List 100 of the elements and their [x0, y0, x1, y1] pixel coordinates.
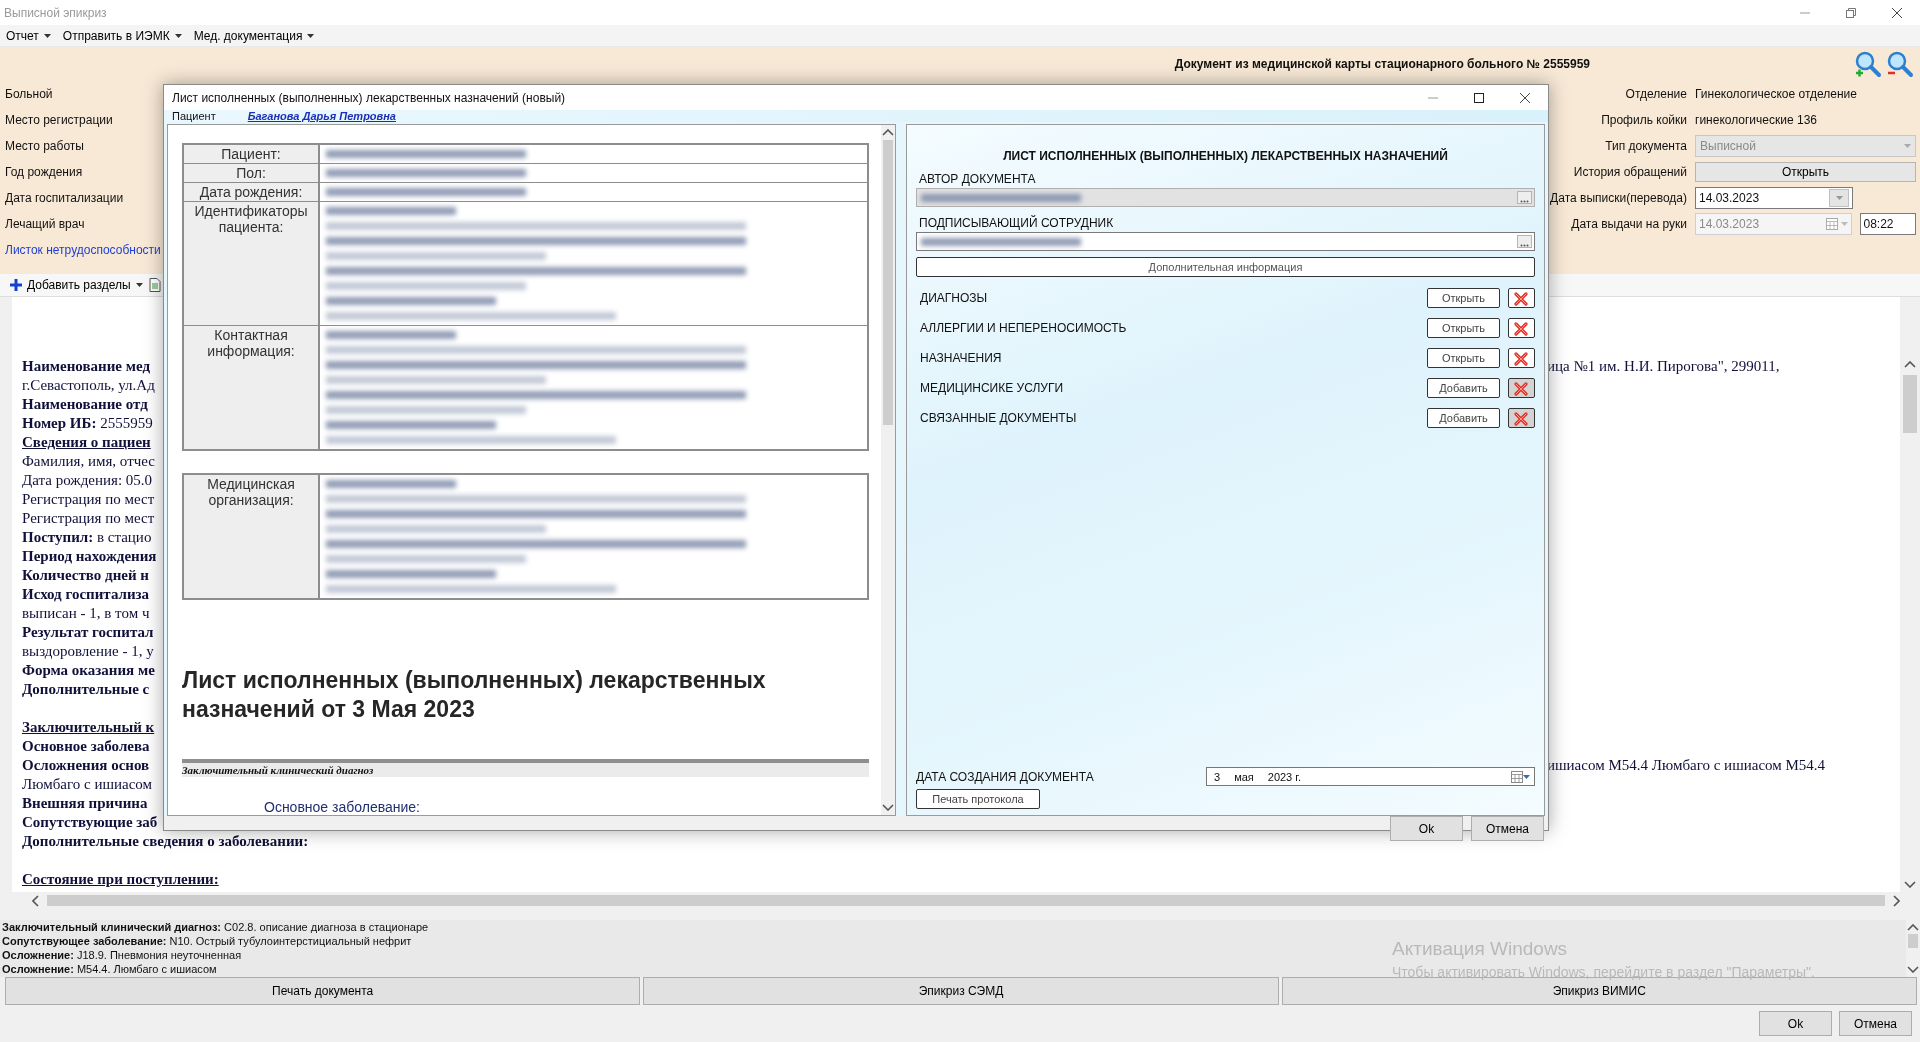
caret-icon	[307, 33, 315, 38]
action-button[interactable]: Печать документа	[5, 977, 641, 1005]
cancel-button[interactable]: Отмена	[1471, 816, 1544, 841]
field-label: Тип документа	[1604, 139, 1687, 153]
field-label: Профиль койки	[1600, 113, 1687, 127]
document-text: Регистрация по мест	[22, 509, 156, 528]
field-label: Отделение	[1624, 87, 1687, 101]
document-text: ишиасом M54.4 Люмбаго с ишиасом M54.4	[1547, 756, 1827, 775]
delete-icon	[1514, 320, 1529, 336]
window-title: Выписной эпикриз	[4, 5, 107, 20]
print-button[interactable]: Печать протокола	[916, 789, 1040, 809]
table-header-cell: Дата рождения:	[184, 183, 320, 201]
summary-text: Заключительный клинический диагноз: C02.8. описание диагноза в стационаре	[2, 920, 429, 934]
close-icon[interactable]	[1892, 7, 1902, 18]
action-button[interactable]: Эпикриз СЭМД	[643, 977, 1279, 1005]
document-text: Внешняя причина	[22, 794, 149, 813]
summary-text: Сопутствующее заболевание: N10. Острый тубулоинтерстициальный нефрит	[2, 934, 412, 948]
open-button[interactable]: Открыть	[1695, 162, 1916, 182]
dots-icon	[1520, 200, 1529, 203]
field-label: Дата выписки(перевода)	[1550, 191, 1687, 205]
document-text: Дата рождения: 05.0	[22, 471, 154, 490]
patient-label: Пациент	[172, 110, 216, 122]
document-text: Наименование мед	[22, 357, 151, 376]
field-label: История обращений	[1572, 165, 1687, 179]
menu-item[interactable]: Мед. документация	[191, 28, 317, 43]
caret-icon	[1523, 774, 1530, 779]
section-label: СВЯЗАННЫЕ ДОКУМЕНТЫ	[919, 411, 1078, 425]
document-text: Результат госпитал	[22, 623, 155, 642]
caret-icon	[135, 283, 143, 287]
cancel-button[interactable]: Отмена	[1839, 1011, 1912, 1036]
document-heading: Документ из медицинской карты стационарного больного № 2555959	[1174, 57, 1590, 71]
delete-icon	[1514, 410, 1529, 426]
table-header-cell: Идентификаторы пациента:	[184, 202, 320, 325]
field-value: гинекологические 136	[1695, 113, 1817, 127]
table-header-cell: Медицинская организация:	[184, 475, 320, 598]
close-icon[interactable]	[1520, 92, 1530, 103]
section-action-button[interactable]: Открыть	[1427, 288, 1500, 308]
date-field[interactable]: 3 мая 2023 г.	[1206, 767, 1535, 786]
document-text: выздоровление - 1, у	[22, 642, 155, 661]
form-title: ЛИСТ ИСПОЛНЕННЫХ (ВЫПОЛНЕННЫХ) ЛЕКАРСТВЕННЫХ НАЗНАЧЕНИЙ	[1002, 149, 1449, 163]
document-text: г.Севастополь, ул.Ад	[22, 376, 156, 395]
field-label: Больной	[5, 86, 54, 103]
add-sections-button[interactable]: Добавить разделы	[10, 278, 143, 292]
document-icon[interactable]	[148, 278, 161, 292]
restore-icon[interactable]	[1846, 7, 1856, 18]
menu-item[interactable]: Отчет	[4, 28, 53, 43]
field-label: Дата выдачи на руки	[1570, 217, 1687, 231]
employee-field[interactable]	[916, 232, 1535, 251]
field-label: Год рождения	[5, 164, 84, 181]
document-text: Состояние при поступлении:	[22, 870, 219, 889]
document-text: Осложнения основ	[22, 756, 151, 775]
field-label: АВТОР ДОКУМЕНТА	[919, 172, 1037, 186]
date-field[interactable]: 14.03.2023	[1695, 187, 1853, 209]
field-label: ПОДПИСЫВАЮЩИЙ СОТРУДНИК	[919, 216, 1115, 230]
field-label: Лечащий врач	[5, 216, 86, 233]
delete-icon	[1514, 350, 1529, 366]
delete-icon	[1514, 380, 1529, 396]
more-info-button[interactable]: Дополнительная информация	[916, 257, 1535, 277]
field-label: Основное заболевание:	[264, 799, 421, 815]
caret-icon	[174, 33, 182, 38]
ok-button[interactable]: Ok	[1759, 1011, 1832, 1036]
delete-button[interactable]	[1508, 288, 1535, 308]
ok-button[interactable]: Ok	[1390, 816, 1463, 841]
document-text: Исход госпитализа	[22, 585, 151, 604]
document-text: Количество дней н	[22, 566, 150, 585]
action-button[interactable]: Эпикриз ВИМИС	[1281, 977, 1917, 1005]
plus-icon	[10, 279, 22, 291]
document-text: Номер ИБ: 2555959	[22, 414, 154, 433]
document-text: Заключительный к	[22, 718, 156, 737]
document-text: Наименование отд	[22, 395, 149, 414]
table-header-cell: Пол:	[184, 164, 320, 182]
document-text: Регистрация по мест	[22, 490, 156, 509]
maximize-icon[interactable]	[1474, 92, 1484, 103]
section-action-button[interactable]: Открыть	[1427, 348, 1500, 368]
dots-icon	[1520, 244, 1529, 247]
sick-leave-link[interactable]: Листок нетрудоспособности	[5, 237, 161, 263]
calendar-icon[interactable]	[1511, 770, 1523, 783]
menu-item[interactable]: Отправить в ИЭМК	[60, 28, 184, 43]
document-text: Фамилия, имя, отчес	[22, 452, 156, 471]
field-label: Место регистрации	[5, 112, 114, 129]
document-title: Лист исполненных (выполненных) лекарственных назначений от 3 Мая 2023	[182, 666, 767, 724]
delete-button[interactable]	[1508, 318, 1535, 338]
caret-icon	[43, 33, 51, 38]
caret-icon	[1835, 196, 1843, 200]
field-value: Гинекологическое отделение	[1695, 87, 1857, 101]
document-text: Сопутствующие заб	[22, 813, 159, 832]
summary-text: Осложнение: M54.4. Люмбаго с ишиасом	[2, 962, 217, 976]
document-text: Поступил: в стацио	[22, 528, 153, 547]
dialog-title: Лист исполненных (выполненных) лекарственных назначений (новый)	[172, 90, 566, 105]
section-title: Заключительный клинический диагноз	[182, 764, 374, 776]
patient-link[interactable]: Баганова Дарья Петровна	[247, 110, 396, 122]
delete-icon	[1514, 290, 1529, 306]
field-label: Место работы	[5, 138, 85, 155]
section-label: ДИАГНОЗЫ	[919, 291, 989, 305]
summary-text: Осложнение: J18.9. Пневмония неуточненная	[2, 948, 242, 962]
field-label: ДАТА СОЗДАНИЯ ДОКУМЕНТА	[916, 769, 1095, 784]
section-action-button[interactable]: Открыть	[1427, 318, 1500, 338]
caret-icon	[1840, 222, 1848, 226]
delete-button[interactable]	[1508, 348, 1535, 368]
document-text: Дополнительные сведения о заболевании:	[22, 832, 309, 851]
